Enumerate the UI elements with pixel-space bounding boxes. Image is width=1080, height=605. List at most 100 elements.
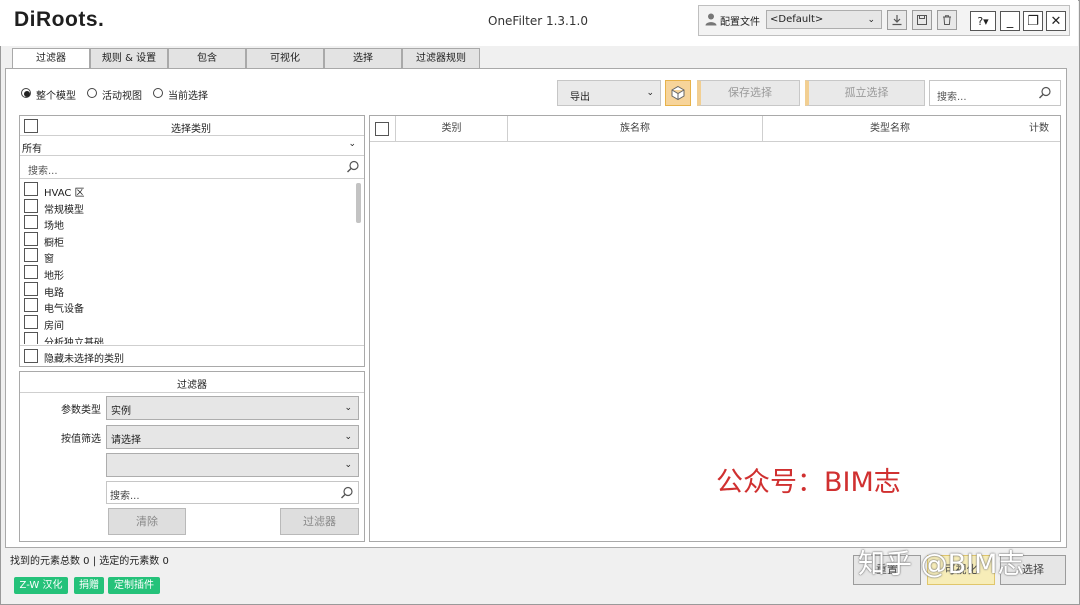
category-checkbox[interactable]	[24, 199, 38, 213]
chevron-down-icon: ⌄	[867, 15, 875, 25]
tab-include[interactable]: 包含	[168, 48, 246, 68]
category-checkbox[interactable]	[24, 182, 38, 196]
hide-unselected-checkbox[interactable]	[24, 349, 38, 363]
param-type-label: 参数类型	[61, 401, 101, 416]
list-item[interactable]: 常规模型	[20, 198, 356, 215]
radio-label-active-view: 活动视图	[102, 87, 142, 102]
list-item[interactable]: HVAC 区	[20, 181, 356, 198]
profile-select-value: <Default>	[770, 14, 823, 25]
category-checkbox[interactable]	[24, 282, 38, 296]
category-checkbox[interactable]	[24, 215, 38, 229]
list-item[interactable]: 电路	[20, 281, 356, 298]
list-item[interactable]: 橱柜	[20, 231, 356, 248]
category-label: 窗	[44, 250, 54, 265]
category-checkbox[interactable]	[24, 298, 38, 312]
list-item[interactable]: 窗	[20, 247, 356, 264]
chevron-down-icon: ⌄	[344, 432, 352, 442]
radio-label-current-selection: 当前选择	[168, 87, 208, 102]
radio-active-view[interactable]	[87, 88, 97, 98]
chevron-down-icon: ⌄	[646, 88, 654, 98]
save-selection-button[interactable]: 保存选择	[697, 80, 800, 106]
category-label: 场地	[44, 217, 64, 232]
value-filter-select[interactable]: 请选择 ⌄	[106, 425, 359, 449]
tab-filter-rules[interactable]: 过滤器规则	[402, 48, 480, 68]
save-icon	[916, 14, 928, 26]
category-search-input[interactable]: 搜索...	[20, 157, 364, 179]
cube-icon	[670, 85, 686, 101]
filter-header-label: 过滤器	[177, 376, 207, 391]
category-header-label: 选择类别	[171, 120, 211, 135]
list-item[interactable]: 分析独立基础	[20, 331, 356, 344]
chevron-down-icon: ⌄	[348, 139, 356, 149]
export-label: 导出	[570, 88, 590, 103]
value-filter-label: 按值筛选	[61, 430, 101, 445]
column-header-type-name[interactable]: 类型名称	[763, 116, 1017, 142]
list-item[interactable]: 地形	[20, 264, 356, 281]
custom-plugin-button[interactable]: 定制插件	[108, 577, 160, 594]
list-item[interactable]: 场地	[20, 214, 356, 231]
clear-button[interactable]: 清除	[108, 508, 186, 535]
select-all-rows-checkbox[interactable]	[375, 122, 389, 136]
column-header-family-name[interactable]: 族名称	[508, 116, 762, 142]
apply-filter-button[interactable]: 过滤器	[280, 508, 359, 535]
isolate-selection-button[interactable]: 孤立选择	[805, 80, 925, 106]
radio-label-entire-model: 整个模型	[36, 87, 76, 102]
param-type-select[interactable]: 实例 ⌄	[106, 396, 359, 420]
category-checkbox[interactable]	[24, 248, 38, 262]
profile-label: 配置文件	[720, 13, 760, 28]
search-icon	[340, 486, 354, 500]
translation-button[interactable]: Z-W 汉化	[14, 577, 68, 594]
trash-icon	[941, 14, 953, 26]
value-select[interactable]: ⌄	[106, 453, 359, 477]
minimize-button[interactable]: _	[1000, 11, 1020, 31]
select-all-categories-checkbox[interactable]	[24, 119, 38, 133]
list-item[interactable]: 房间	[20, 314, 356, 331]
status-text: 找到的元素总数 0 | 选定的元素数 0	[10, 552, 169, 567]
load-profile-button[interactable]	[887, 10, 907, 30]
list-item[interactable]: 电气设备	[20, 297, 356, 314]
category-label: 地形	[44, 267, 64, 282]
grid-search-placeholder: 搜索...	[937, 88, 967, 103]
results-grid	[369, 115, 1061, 542]
hide-unselected-label: 隐藏未选择的类别	[44, 350, 124, 365]
close-button[interactable]: ✕	[1046, 11, 1066, 31]
category-checkbox[interactable]	[24, 315, 38, 329]
filter-search-placeholder: 搜索...	[110, 487, 140, 502]
search-icon	[346, 160, 360, 174]
user-icon	[704, 12, 718, 26]
category-label: HVAC 区	[44, 184, 85, 199]
3d-view-button[interactable]	[665, 80, 691, 106]
help-button[interactable]: ?▾	[970, 11, 996, 31]
export-dropdown[interactable]: 导出 ⌄	[557, 80, 661, 106]
category-label: 电气设备	[44, 300, 84, 315]
column-header-category[interactable]: 类别	[396, 116, 507, 142]
category-label: 房间	[44, 317, 64, 332]
category-scrollbar[interactable]	[356, 183, 361, 223]
tab-rules-settings[interactable]: 规则 & 设置	[90, 48, 168, 68]
chevron-down-icon: ⌄	[344, 403, 352, 413]
maximize-button[interactable]: ❐	[1023, 11, 1043, 31]
delete-profile-button[interactable]	[937, 10, 957, 30]
category-checkbox[interactable]	[24, 332, 38, 344]
grid-search-input[interactable]: 搜索...	[929, 80, 1061, 106]
diroots-logo: DiRoots.	[14, 8, 104, 32]
category-label: 分析独立基础	[44, 334, 104, 344]
radio-entire-model[interactable]	[21, 88, 31, 98]
tab-filter[interactable]: 过滤器	[12, 48, 90, 69]
radio-current-selection[interactable]	[153, 88, 163, 98]
profile-select[interactable]: <Default> ⌄	[766, 10, 882, 29]
column-header-count[interactable]: 计数	[1017, 116, 1061, 142]
filter-search-input[interactable]: 搜索...	[106, 481, 359, 504]
tab-visualize[interactable]: 可视化	[246, 48, 324, 68]
category-filter-dropdown[interactable]: 所有 ⌄	[20, 136, 364, 156]
filter-header: 过滤器	[20, 372, 364, 393]
download-icon	[891, 14, 903, 26]
category-list: HVAC 区 常规模型 场地 橱柜 窗 地形 电路 电气设备 房间 分析独立基础	[20, 181, 356, 344]
param-type-value: 实例	[111, 402, 131, 417]
app-title: OneFilter 1.3.1.0	[488, 14, 588, 28]
category-checkbox[interactable]	[24, 265, 38, 279]
category-checkbox[interactable]	[24, 232, 38, 246]
tab-select[interactable]: 选择	[324, 48, 402, 68]
save-profile-button[interactable]	[912, 10, 932, 30]
donate-button[interactable]: 捐赠	[74, 577, 104, 594]
